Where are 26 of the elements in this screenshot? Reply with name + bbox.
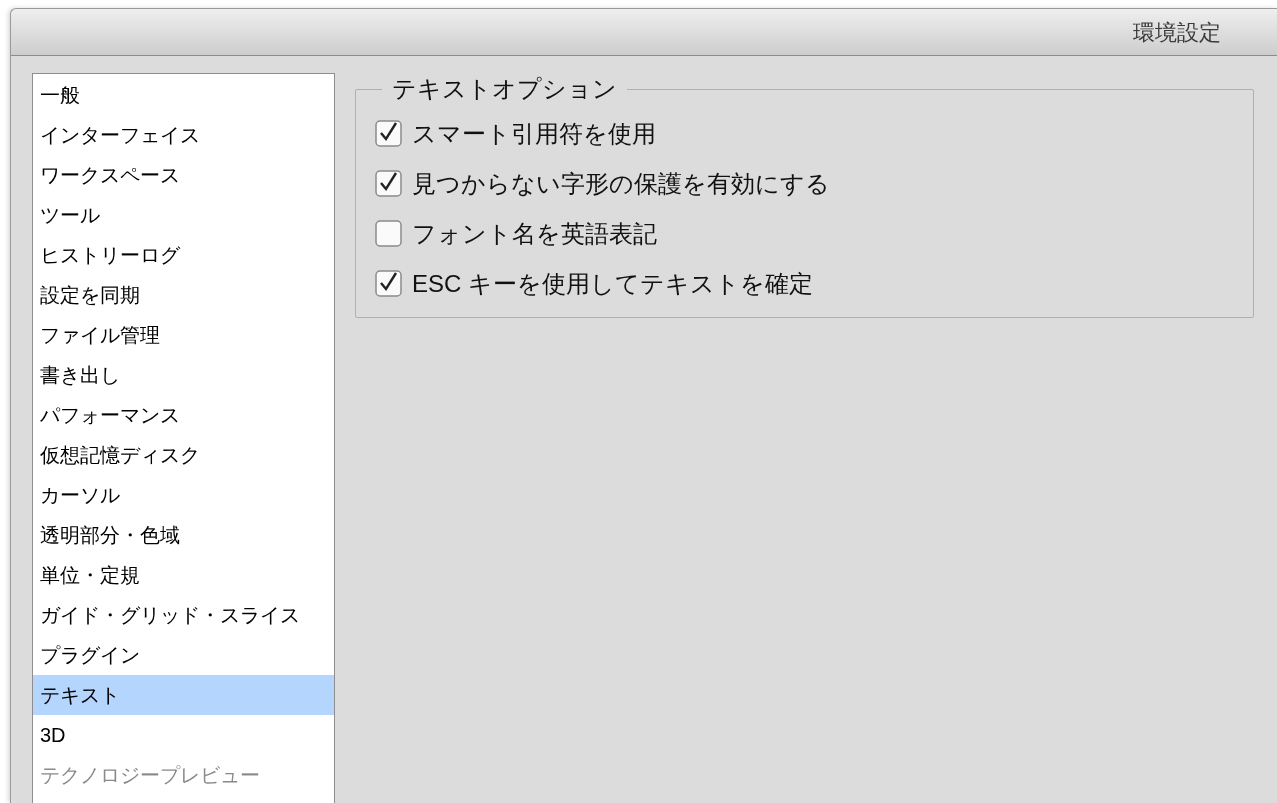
category-item[interactable]: パフォーマンス <box>33 395 334 435</box>
category-item[interactable]: ガイド・グリッド・スライス <box>33 595 334 635</box>
option-label: フォント名を英語表記 <box>412 219 657 249</box>
category-item[interactable]: ツール <box>33 195 334 235</box>
checkbox[interactable] <box>375 170 403 198</box>
checkbox[interactable] <box>375 270 403 298</box>
window-title: 環境設定 <box>1133 18 1221 47</box>
category-item[interactable]: 設定を同期 <box>33 275 334 315</box>
category-item[interactable]: インターフェイス <box>33 115 334 155</box>
category-item[interactable]: 一般 <box>33 75 334 115</box>
category-item[interactable]: 3D <box>33 715 334 755</box>
option-label: スマート引用符を使用 <box>412 119 656 149</box>
category-item[interactable]: 書き出し <box>33 355 334 395</box>
category-item[interactable]: カーソル <box>33 475 334 515</box>
option-label: 見つからない字形の保護を有効にする <box>412 169 830 199</box>
checkbox[interactable] <box>375 120 403 148</box>
option-label: ESC キーを使用してテキストを確定 <box>412 269 813 299</box>
category-item[interactable]: 透明部分・色域 <box>33 515 334 555</box>
category-item[interactable]: テキスト <box>33 675 334 715</box>
category-item[interactable]: ファイル管理 <box>33 315 334 355</box>
category-item[interactable]: ワークスペース <box>33 155 334 195</box>
category-item[interactable]: プラグイン <box>33 635 334 675</box>
checkbox[interactable] <box>375 220 403 248</box>
category-item[interactable]: ヒストリーログ <box>33 235 334 275</box>
category-item[interactable]: 単位・定規 <box>33 555 334 595</box>
category-item[interactable]: 仮想記憶ディスク <box>33 435 334 475</box>
